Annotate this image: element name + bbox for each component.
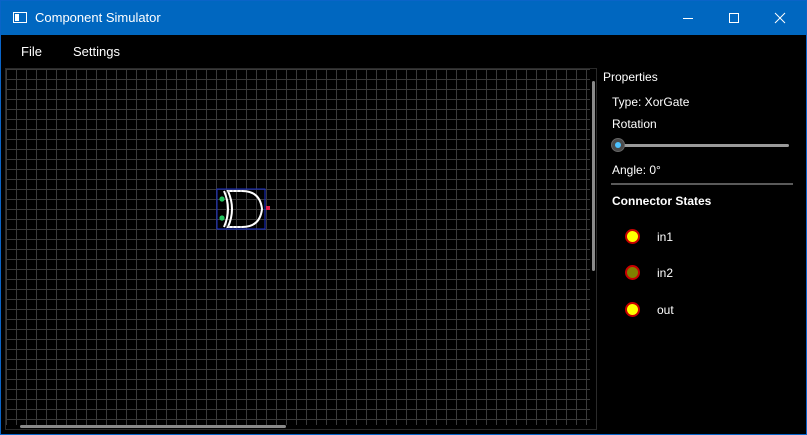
menu-bar: File Settings — [1, 35, 806, 67]
maximize-icon — [729, 13, 739, 23]
minimize-button[interactable] — [665, 1, 711, 35]
angle-label: Angle: 0° — [612, 163, 661, 177]
rotation-label: Rotation — [612, 117, 657, 131]
connector-name: in1 — [657, 230, 674, 244]
connector-state-indicator — [625, 302, 640, 317]
title-bar[interactable]: Component Simulator — [1, 1, 806, 35]
rotation-slider[interactable] — [611, 137, 791, 153]
component-type-label: Type: XorGate — [612, 95, 690, 109]
maximize-button[interactable] — [711, 1, 757, 35]
menu-file[interactable]: File — [21, 44, 42, 59]
connector-name: in2 — [657, 266, 674, 280]
app-window: Component Simulator File Settings Proper… — [0, 0, 807, 435]
properties-panel: Properties Type: XorGate Rotation Angle:… — [597, 67, 806, 431]
canvas-grid — [6, 69, 590, 425]
window-title: Component Simulator — [35, 10, 161, 25]
connector-state-indicator — [625, 229, 640, 244]
connector-state-indicator — [625, 265, 640, 280]
rotation-slider-track[interactable] — [617, 144, 789, 147]
minimize-icon — [683, 18, 693, 19]
menu-settings[interactable]: Settings — [73, 44, 120, 59]
connector-states-title: Connector States — [612, 194, 712, 208]
properties-header: Properties — [603, 70, 658, 84]
app-window-icon — [13, 12, 27, 23]
properties-divider — [611, 183, 793, 185]
vertical-scrollbar[interactable] — [592, 81, 595, 271]
circuit-canvas[interactable] — [5, 68, 597, 430]
close-icon — [774, 12, 786, 24]
connector-name: out — [657, 303, 674, 317]
close-button[interactable] — [757, 1, 803, 35]
xor-gate-icon — [216, 188, 270, 230]
horizontal-scrollbar[interactable] — [20, 425, 286, 428]
rotation-slider-thumb[interactable] — [611, 138, 625, 152]
xor-gate-component[interactable] — [214, 186, 270, 232]
